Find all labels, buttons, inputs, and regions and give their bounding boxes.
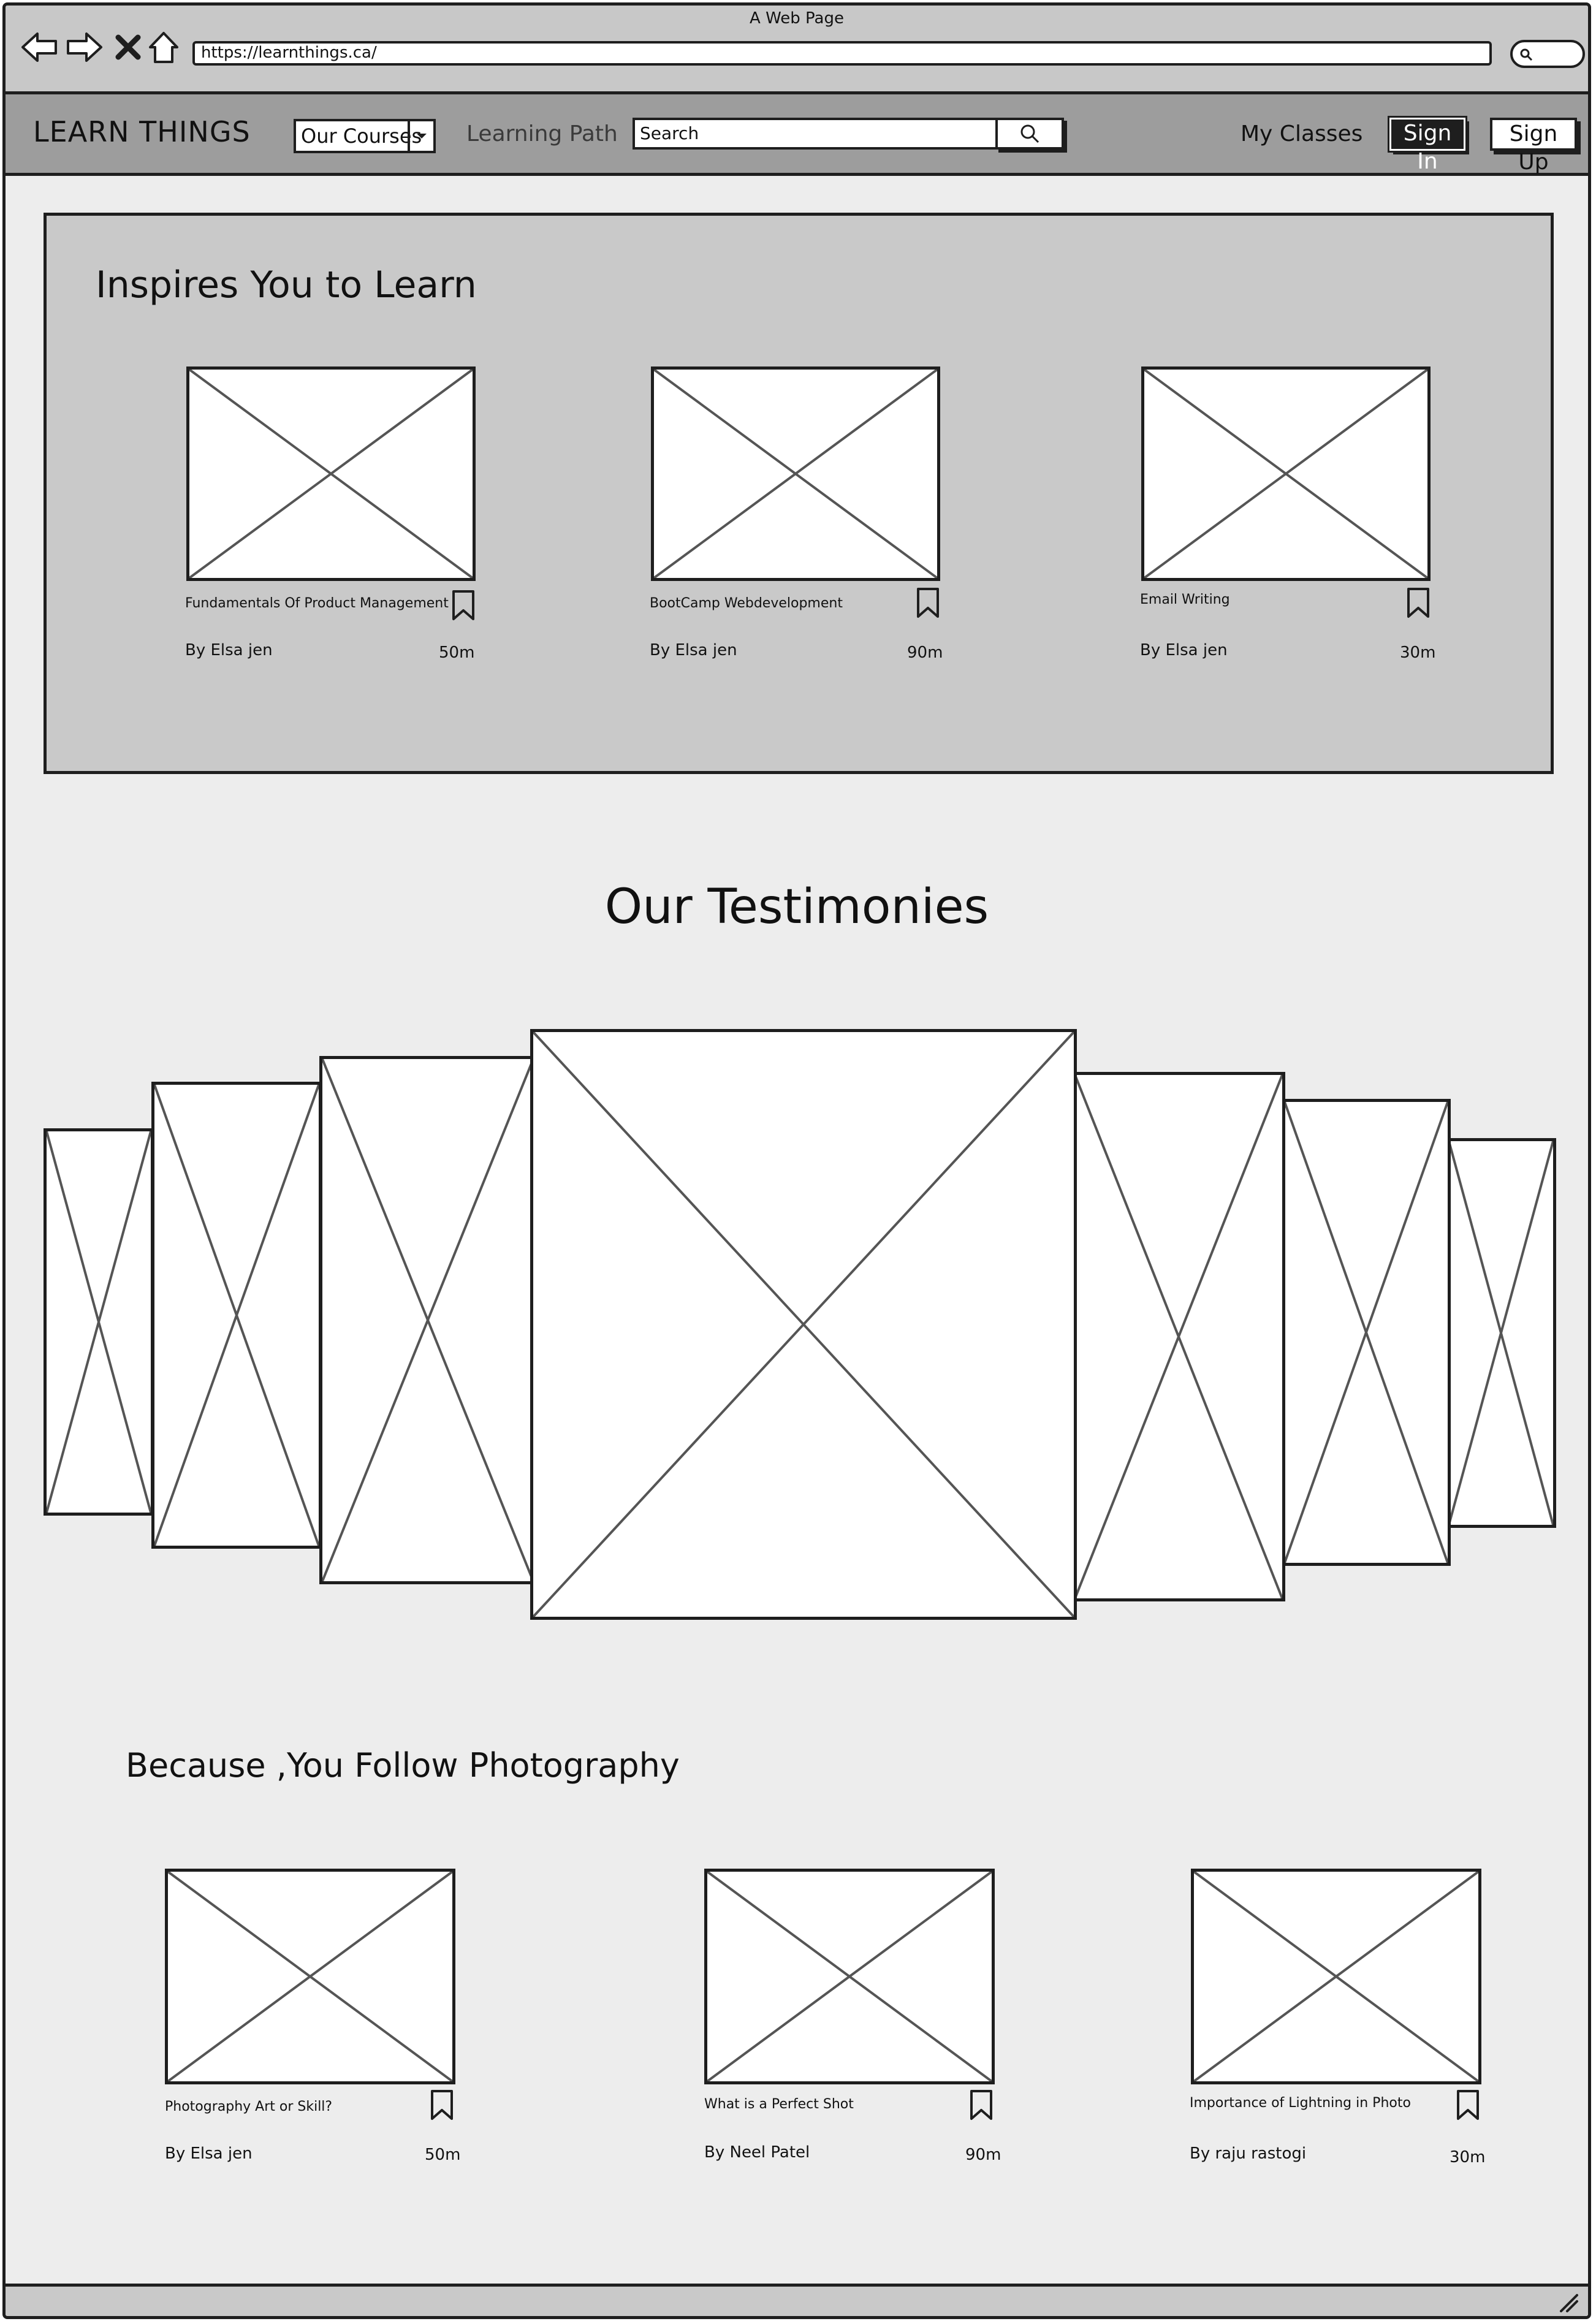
course-author: By raju rastogi (1190, 2144, 1307, 2163)
my-classes-link[interactable]: My Classes (1241, 121, 1362, 146)
course-thumbnail[interactable] (704, 1869, 995, 2084)
sign-in-button[interactable]: Sign In (1388, 116, 1467, 174)
course-thumbnail[interactable] (186, 366, 476, 581)
bookmark-icon[interactable] (451, 590, 476, 621)
course-title[interactable]: BootCamp Webdevelopment (650, 596, 843, 611)
browser-search-field[interactable] (1510, 40, 1585, 68)
search-icon (1520, 48, 1533, 61)
bookmark-icon[interactable] (969, 2089, 994, 2121)
home-icon[interactable] (146, 30, 181, 64)
testimonial-card[interactable] (1072, 1072, 1285, 1601)
course-thumbnail[interactable] (651, 366, 940, 581)
forward-arrow-icon[interactable] (64, 30, 104, 64)
testimonial-featured-card[interactable] (530, 1029, 1077, 1620)
testimonial-card[interactable] (1446, 1138, 1556, 1528)
course-thumbnail[interactable] (1141, 366, 1431, 581)
course-duration: 50m (439, 644, 475, 662)
resize-grip-icon[interactable] (1559, 2293, 1579, 2314)
site-header: LEARN THINGS Our Courses Learning Path S… (6, 94, 1588, 176)
browser-window: A Web Page https://learnthings.ca/ LEARN… (2, 2, 1591, 2319)
search-button[interactable] (995, 118, 1064, 150)
search-icon (1020, 124, 1039, 143)
testimonial-card[interactable] (151, 1082, 322, 1549)
search-input[interactable]: Search (633, 118, 999, 150)
inspire-title: Inspires You to Learn (96, 264, 477, 306)
bookmark-icon[interactable] (430, 2089, 454, 2121)
bookmark-icon[interactable] (916, 587, 940, 619)
sign-up-button[interactable]: Sign Up (1490, 118, 1577, 175)
course-author: By Elsa jen (165, 2144, 253, 2163)
testimonial-card[interactable] (44, 1128, 154, 1516)
course-duration: 90m (907, 644, 943, 662)
course-title[interactable]: Importance of Lightning in Photo (1190, 2095, 1411, 2111)
course-author: By Elsa jen (185, 641, 273, 659)
course-title[interactable]: Photography Art or Skill? (165, 2099, 332, 2114)
course-duration: 30m (1400, 644, 1436, 662)
course-author: By Neel Patel (704, 2143, 810, 2162)
inspire-section: Inspires You to Learn Fundamentals Of Pr… (44, 213, 1554, 774)
testimonial-card[interactable] (319, 1056, 536, 1584)
bookmark-icon[interactable] (1456, 2089, 1480, 2121)
course-author: By Elsa jen (650, 641, 737, 659)
learning-path-link[interactable]: Learning Path (466, 121, 618, 146)
course-thumbnail[interactable] (165, 1869, 455, 2084)
course-title[interactable]: What is a Perfect Shot (704, 2097, 854, 2112)
course-duration: 50m (425, 2146, 461, 2164)
testimonial-card[interactable] (1282, 1099, 1451, 1566)
course-duration: 30m (1450, 2148, 1486, 2166)
bookmark-icon[interactable] (1406, 587, 1431, 619)
course-author: By Elsa jen (1140, 641, 1228, 659)
address-bar[interactable]: https://learnthings.ca/ (192, 41, 1492, 66)
back-arrow-icon[interactable] (20, 30, 59, 64)
status-bar (6, 2284, 1588, 2316)
caret-down-icon (408, 121, 433, 151)
course-thumbnail[interactable] (1191, 1869, 1481, 2084)
close-icon[interactable] (115, 34, 142, 61)
browser-toolbar: A Web Page https://learnthings.ca/ (6, 6, 1588, 94)
course-title[interactable]: Email Writing (1140, 592, 1230, 607)
dropdown-label: Our Courses (301, 124, 422, 148)
window-title: A Web Page (750, 9, 844, 28)
site-logo[interactable]: LEARN THINGS (33, 115, 251, 148)
our-courses-dropdown[interactable]: Our Courses (294, 119, 436, 153)
photography-title: Because ,You Follow Photography (126, 1746, 680, 1785)
testimonies-title: Our Testimonies (604, 879, 989, 935)
course-title[interactable]: Fundamentals Of Product Management (185, 596, 449, 611)
course-duration: 90m (965, 2146, 1001, 2164)
